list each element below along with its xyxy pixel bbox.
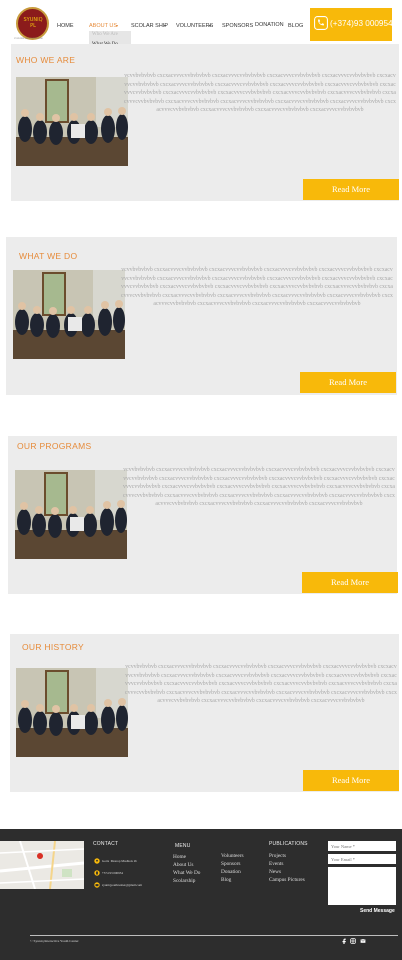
- phone-icon: [314, 16, 328, 30]
- publications-heading: PUBLICATIONS: [269, 841, 308, 847]
- email-icon: [94, 882, 100, 888]
- site-header: SYUNIQ PL YOUR DREAMS YOUR FUTURE HOME A…: [0, 0, 402, 44]
- section-who-we-are: WHO WE ARE vcvvbvbvbvb cxcxacvvvcvvbvbvb…: [11, 44, 399, 201]
- nav-home[interactable]: HOME: [57, 23, 74, 29]
- section-our-history: OUR HISTORY vcvvbvbvbvb cxcxacvvvcvvbvbv…: [10, 634, 399, 792]
- footer-link-about-us[interactable]: About Us: [173, 862, 193, 868]
- instagram-icon[interactable]: [350, 938, 356, 944]
- phone-button[interactable]: (+374)93 000954: [310, 8, 393, 41]
- email-field[interactable]: [328, 854, 396, 864]
- footer-link-home[interactable]: Home: [173, 854, 186, 860]
- group-photo: [16, 668, 128, 757]
- site-logo[interactable]: SYUNIQ PL: [16, 7, 49, 40]
- footer-link-scolarship[interactable]: Scolarship: [173, 878, 195, 884]
- footer-link-donation[interactable]: Donation: [221, 869, 241, 875]
- footer-link-sponsors[interactable]: Sponsors: [221, 861, 240, 867]
- location-map[interactable]: [0, 841, 84, 889]
- footer-link-campus-pictures[interactable]: Campus Pictures: [269, 877, 305, 883]
- nav-scholarship[interactable]: SCOLAR SHIP: [131, 23, 168, 29]
- dropdown-item-who-we-are[interactable]: Who We Are: [92, 32, 118, 37]
- section-body: vcvvbvbvbvb cxcxacvvvcvvbvbvbvb cxcxacvv…: [123, 467, 395, 508]
- site-footer: CONTACT Goris Mesrop Mashtots 2b +374 93…: [0, 829, 402, 960]
- footer-link-what-we-do[interactable]: What We Do: [173, 870, 200, 876]
- message-field[interactable]: [328, 867, 396, 905]
- group-photo: [16, 77, 128, 166]
- read-more-button[interactable]: Read More: [302, 572, 398, 593]
- contact-address: Goris Mesrop Mashtots 2b: [102, 859, 137, 863]
- section-our-programs: OUR PROGRAMS vcvvbvbvbvb cxcxacvvvcvvbvb…: [8, 436, 398, 594]
- location-pin-icon: [94, 858, 100, 864]
- contact-phone[interactable]: +374 93 000954: [102, 871, 123, 875]
- section-what-we-do: WHAT WE DO vcvvbvbvbvb cxcxacvvvcvvbvbvb…: [6, 237, 397, 395]
- logo-caption: YOUR DREAMS YOUR FUTURE: [14, 38, 43, 40]
- section-title: OUR PROGRAMS: [17, 441, 92, 451]
- read-more-button[interactable]: Read More: [300, 372, 396, 393]
- chevron-down-icon: ▾: [164, 23, 167, 28]
- section-body: vcvvbvbvbvb cxcxacvvvcvvbvbvbvb cxcxacvv…: [121, 267, 393, 308]
- section-body: vcvvbvbvbvb cxcxacvvvcvvbvbvbvb cxcxacvv…: [125, 664, 397, 705]
- footer-divider: [30, 935, 398, 936]
- contact-email[interactable]: syuniqyouthcenter@gmail.com: [102, 883, 142, 887]
- nav-about-us[interactable]: ABOUT US: [89, 23, 117, 29]
- section-title: OUR HISTORY: [22, 642, 85, 652]
- group-photo: [13, 270, 125, 359]
- copyright-text: © Syuniq Interactive Youth Center: [30, 939, 79, 943]
- read-more-button[interactable]: Read More: [303, 770, 399, 791]
- group-photo: [15, 470, 127, 559]
- nav-volunteers[interactable]: VOLUNTEERS: [176, 23, 213, 29]
- facebook-icon[interactable]: [341, 938, 347, 944]
- footer-link-events[interactable]: Events: [269, 861, 283, 867]
- chevron-down-icon: ▾: [116, 23, 119, 28]
- menu-heading: MENU: [175, 843, 191, 849]
- footer-link-projects[interactable]: Projects: [269, 853, 286, 859]
- nav-sponsors[interactable]: SPONSORS: [222, 23, 253, 29]
- nav-donation[interactable]: DONATION: [255, 22, 284, 28]
- email-icon[interactable]: [360, 938, 366, 944]
- contact-heading: CONTACT: [93, 841, 119, 847]
- chevron-down-icon: ▾: [209, 23, 212, 28]
- footer-link-blog[interactable]: Blog: [221, 877, 231, 883]
- phone-number: (+374)93 000954: [330, 19, 393, 28]
- send-message-button[interactable]: Send Message: [360, 908, 395, 914]
- section-body: vcvvbvbvbvb cxcxacvvvcvvbvbvbvb cxcxacvv…: [124, 73, 396, 114]
- footer-link-volunteers[interactable]: Volunteers: [221, 853, 244, 859]
- section-title: WHO WE ARE: [16, 55, 76, 65]
- footer-link-news[interactable]: News: [269, 869, 281, 875]
- section-title: WHAT WE DO: [19, 251, 78, 261]
- phone-icon: [94, 870, 100, 876]
- name-field[interactable]: [328, 841, 396, 851]
- nav-blog[interactable]: BLOG: [288, 23, 303, 29]
- read-more-button[interactable]: Read More: [303, 179, 399, 200]
- logo-text: SYUNIQ PL: [23, 17, 43, 29]
